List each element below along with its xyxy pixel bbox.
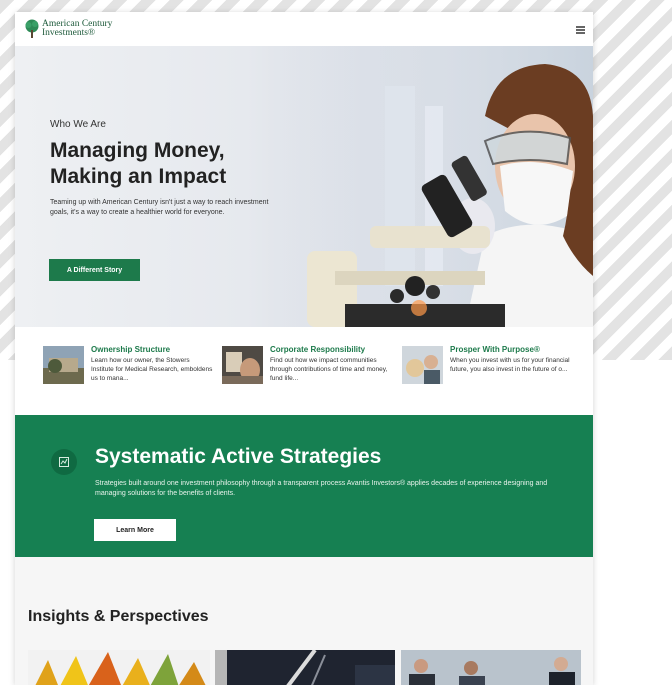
corporate-thumbnail-image — [222, 346, 263, 384]
different-story-button[interactable]: A Different Story — [49, 259, 140, 281]
hero-section: Who We Are Managing Money, Making an Imp… — [15, 46, 593, 327]
insight-card-leaves-image[interactable] — [28, 650, 210, 685]
hero-description: Teaming up with American Century isn't j… — [50, 199, 269, 216]
feature-title[interactable]: Corporate Responsibility — [270, 345, 365, 354]
feature-title[interactable]: Ownership Structure — [91, 345, 170, 354]
web-page: American Century Investments® Who We Are… — [15, 12, 593, 685]
insight-card-industrial-image[interactable] — [215, 650, 395, 685]
hero-title-line-2: Making an Impact — [50, 165, 227, 188]
feature-text: When you invest with us for your financi… — [450, 357, 570, 373]
strategies-title: Systematic Active Strategies — [95, 445, 382, 468]
insights-title: Insights & Perspectives — [28, 608, 209, 625]
feature-text: Learn how our owner, the Stowers Institu… — [91, 357, 213, 382]
logo-line-2: Investments® — [42, 28, 96, 38]
prosper-thumbnail-image — [402, 346, 443, 384]
insight-card-people-image[interactable] — [401, 650, 581, 685]
tree-logo-icon — [25, 19, 39, 38]
hero-title: Managing Money, Making an Impact — [50, 138, 270, 190]
brand-logo[interactable]: American Century Investments® — [42, 19, 112, 38]
site-header: American Century Investments® — [15, 12, 593, 46]
feature-strip: Ownership Structure Learn how our owner,… — [15, 327, 593, 415]
hero-eyebrow: Who We Are — [50, 119, 106, 130]
feature-text: Find out how we impact communities throu… — [270, 357, 388, 382]
hero-title-line-1: Managing Money, — [50, 139, 225, 162]
learn-more-button[interactable]: Learn More — [94, 519, 176, 541]
ownership-thumbnail-image — [43, 346, 84, 384]
feature-title[interactable]: Prosper With Purpose® — [450, 345, 540, 354]
strategies-description: Strategies built around one investment p… — [95, 480, 548, 497]
strategies-section: Systematic Active Strategies Strategies … — [15, 415, 593, 557]
chart-icon — [51, 449, 77, 475]
menu-icon[interactable] — [576, 26, 585, 34]
insights-section: Insights & Perspectives — [15, 557, 593, 685]
